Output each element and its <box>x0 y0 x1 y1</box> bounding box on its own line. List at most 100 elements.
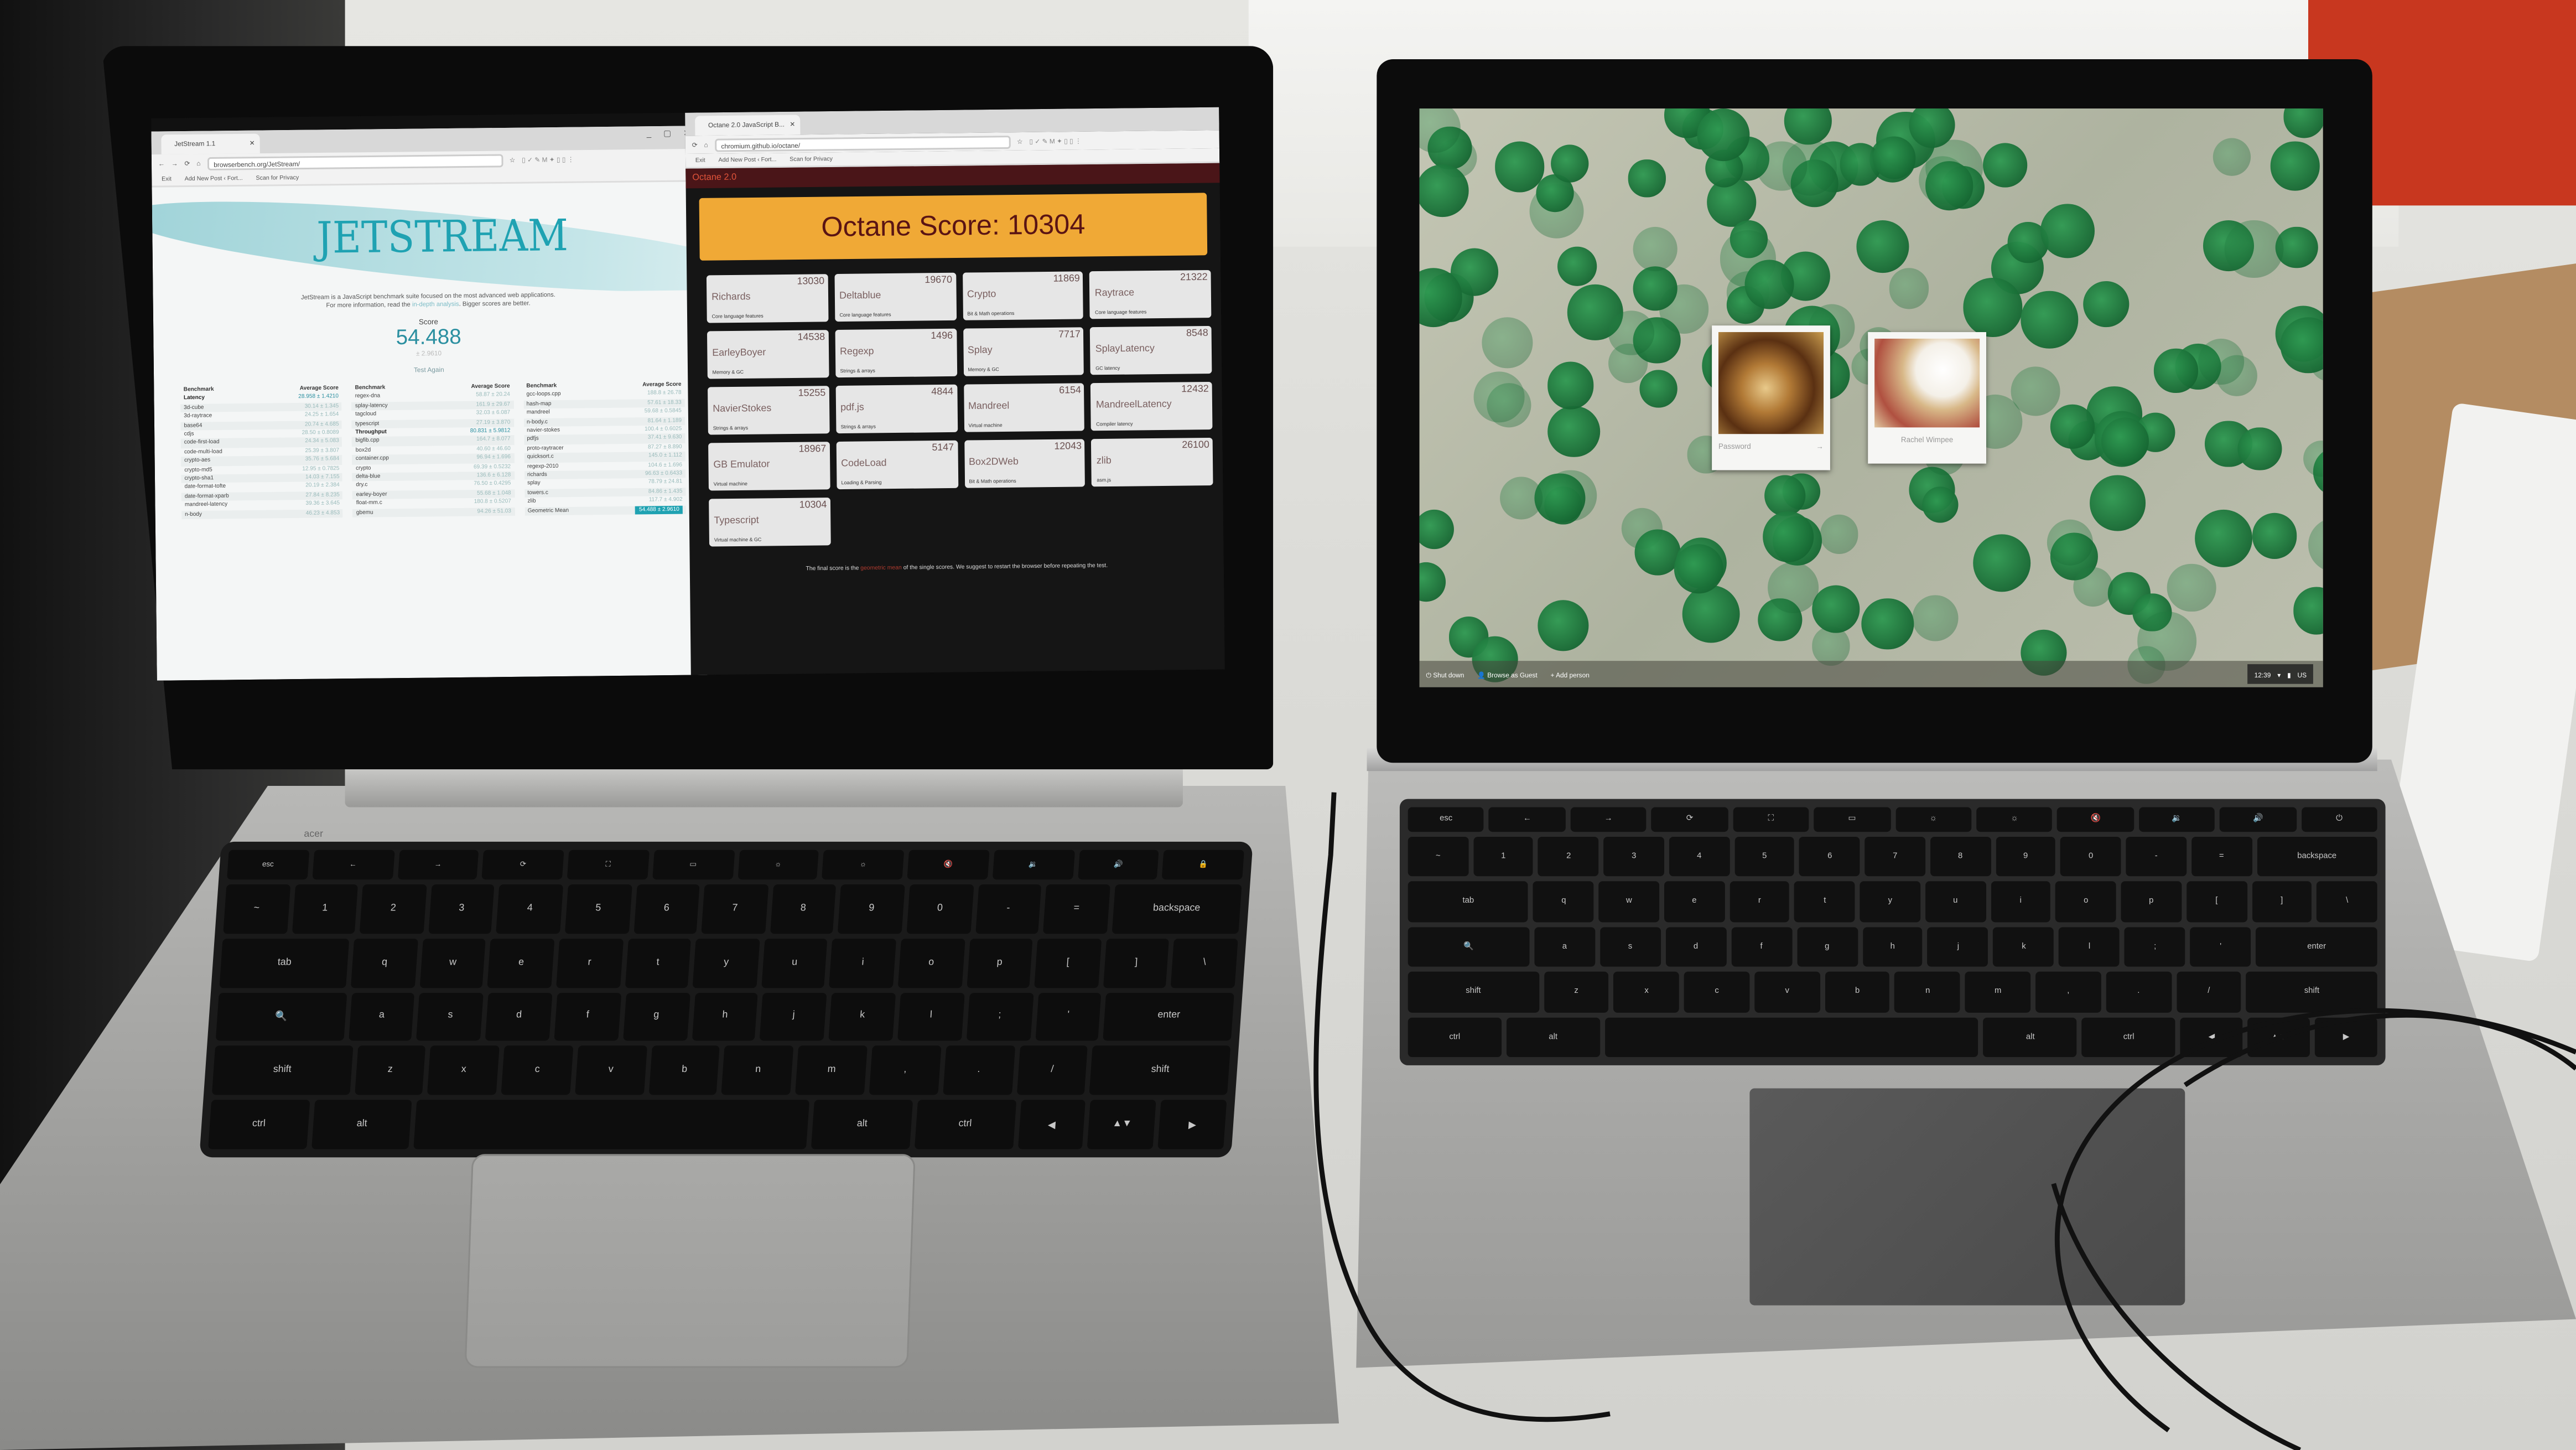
left-trackpad[interactable] <box>464 1154 916 1368</box>
password-field[interactable]: Password <box>1718 442 1751 450</box>
key[interactable]: a <box>1534 926 1595 967</box>
bookmark[interactable]: Exit <box>162 173 172 186</box>
key[interactable]: ☼ <box>737 850 819 879</box>
key[interactable]: ◀ <box>1017 1100 1087 1149</box>
close-tab-icon[interactable]: ✕ <box>790 115 795 135</box>
key[interactable]: 🔍 <box>1408 926 1530 967</box>
key[interactable]: i <box>1990 881 2051 922</box>
key[interactable]: q <box>1533 881 1594 922</box>
key[interactable]: 6 <box>633 884 700 934</box>
forward-icon[interactable]: → <box>172 159 178 168</box>
key[interactable]: e <box>1664 881 1725 922</box>
bookmark[interactable]: Exit <box>695 154 705 167</box>
key[interactable]: ☼ <box>822 850 905 879</box>
key[interactable]: 0 <box>2060 836 2121 877</box>
key[interactable]: b <box>1825 971 1891 1012</box>
key[interactable]: x <box>427 1046 500 1095</box>
key[interactable]: backspace <box>1111 884 1242 934</box>
add-person-button[interactable]: + Add person <box>1550 670 1589 678</box>
key[interactable]: k <box>1993 926 2054 967</box>
key[interactable]: \ <box>2317 881 2377 922</box>
key[interactable]: 🔒 <box>1162 850 1244 879</box>
key[interactable]: h <box>691 992 759 1042</box>
key[interactable]: 1 <box>1473 836 1534 877</box>
key[interactable]: o <box>897 938 965 987</box>
key[interactable]: 4 <box>496 884 564 934</box>
key[interactable]: ← <box>311 850 394 879</box>
key[interactable]: [ <box>2186 881 2247 922</box>
key[interactable]: 5 <box>564 884 632 934</box>
key[interactable]: ▭ <box>1814 807 1891 832</box>
bookmark[interactable]: Scan for Privacy <box>790 152 833 166</box>
key[interactable]: ▶ <box>2315 1017 2377 1058</box>
key[interactable]: backspace <box>2256 836 2377 877</box>
key[interactable]: alt <box>1983 1017 2078 1058</box>
key[interactable]: c <box>501 1046 574 1095</box>
key[interactable]: ▲▼ <box>1087 1100 1157 1149</box>
key[interactable]: ' <box>2190 926 2251 967</box>
key[interactable]: shift <box>1089 1046 1231 1095</box>
key[interactable]: ☼ <box>1976 807 2053 832</box>
key[interactable]: ⏻ <box>2301 807 2377 832</box>
star-icon[interactable]: ☆ <box>1017 137 1023 146</box>
key[interactable]: esc <box>1408 807 1484 832</box>
key[interactable]: v <box>1754 971 1820 1012</box>
key[interactable]: tab <box>219 938 350 987</box>
extension-icons[interactable]: ▯ ✓ ✎ M ✦ ▯ ▯ ⋮ <box>1029 137 1082 146</box>
key[interactable]: c <box>1684 971 1750 1012</box>
right-trackpad[interactable] <box>1749 1088 2185 1306</box>
key[interactable]: n <box>721 1046 794 1095</box>
key[interactable]: ← <box>1489 807 1566 832</box>
key[interactable]: r <box>1729 881 1790 922</box>
key[interactable]: → <box>1570 807 1647 832</box>
key[interactable]: ▲▼ <box>2247 1017 2310 1058</box>
key[interactable]: tab <box>1408 881 1529 922</box>
in-depth-analysis-link[interactable]: in-depth analysis <box>412 301 459 308</box>
key[interactable]: z <box>354 1046 427 1095</box>
key[interactable]: ctrl <box>2082 1017 2176 1058</box>
key[interactable]: ~ <box>223 884 290 934</box>
key[interactable]: [ <box>1034 938 1102 987</box>
key[interactable]: esc <box>227 850 309 879</box>
key[interactable]: 9 <box>1995 836 2056 877</box>
close-tab-icon[interactable]: ✕ <box>250 134 255 154</box>
key[interactable]: enter <box>2256 926 2377 967</box>
key[interactable]: b <box>648 1046 721 1095</box>
key[interactable]: y <box>1860 881 1920 922</box>
key[interactable]: . <box>2106 971 2172 1012</box>
key[interactable]: ; <box>965 992 1033 1042</box>
key[interactable]: . <box>942 1046 1015 1095</box>
key[interactable]: shift <box>2246 971 2377 1012</box>
key[interactable]: - <box>974 884 1042 934</box>
key[interactable]: g <box>622 992 690 1042</box>
key[interactable]: 🔇 <box>907 850 989 879</box>
key[interactable]: alt <box>1506 1017 1600 1058</box>
reload-icon[interactable]: ⟳ <box>692 141 698 149</box>
key[interactable]: s <box>1599 926 1661 967</box>
key[interactable]: , <box>2035 971 2101 1012</box>
key[interactable]: j <box>760 992 828 1042</box>
key[interactable]: enter <box>1103 992 1234 1042</box>
key[interactable]: / <box>2176 971 2242 1012</box>
key[interactable]: ~ <box>1408 836 1468 877</box>
key[interactable]: ◀ <box>2180 1017 2243 1058</box>
bookmark[interactable]: Add New Post ‹ Fort... <box>718 153 776 167</box>
key[interactable]: ctrl <box>914 1100 1016 1149</box>
key[interactable]: ⟳ <box>482 850 564 879</box>
key[interactable]: 🔍 <box>215 992 347 1042</box>
key[interactable]: 3 <box>428 884 495 934</box>
key[interactable]: d <box>485 992 553 1042</box>
key[interactable]: → <box>397 850 479 879</box>
key[interactable]: 2 <box>360 884 427 934</box>
user-pod-rachel[interactable]: Rachel Wimpee <box>1868 332 1987 464</box>
key[interactable]: 8 <box>1930 836 1991 877</box>
key[interactable]: m <box>795 1046 868 1095</box>
key[interactable]: e <box>487 938 555 987</box>
key[interactable]: y <box>693 938 760 987</box>
key[interactable]: 🔊 <box>1077 850 1160 879</box>
key[interactable]: ctrl <box>208 1100 310 1149</box>
geometric-mean-link[interactable]: geometric mean <box>860 565 902 572</box>
address-bar[interactable]: browserbench.org/JetStream/ <box>207 153 503 170</box>
key[interactable]: ' <box>1035 992 1102 1042</box>
key[interactable]: 🔊 <box>2220 807 2297 832</box>
